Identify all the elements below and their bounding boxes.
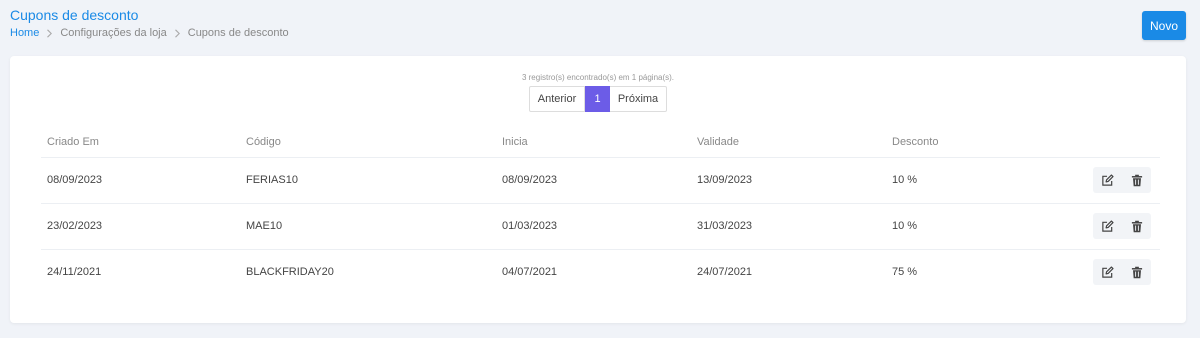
cell-start: 01/03/2023 xyxy=(496,203,691,250)
column-header-code: Código xyxy=(240,128,496,158)
cell-validity: 31/03/2023 xyxy=(691,203,886,250)
chevron-right-icon xyxy=(46,28,53,38)
column-header-created: Criado Em xyxy=(41,128,240,158)
records-count: 3 registro(s) encontrado(s) em 1 página(… xyxy=(521,73,675,82)
page-1-button[interactable]: 1 xyxy=(585,86,610,112)
cell-code: FERIAS10 xyxy=(240,157,496,204)
coupons-table: Criado Em Código Inicia Validade Descont… xyxy=(41,128,1160,295)
cell-created: 24/11/2021 xyxy=(47,266,102,279)
cell-start: 04/07/2021 xyxy=(502,266,558,279)
breadcrumb-store-settings[interactable]: Configurações da loja xyxy=(60,27,166,39)
breadcrumb: Home Configurações da loja Cupons de des… xyxy=(10,27,289,39)
cell-discount: 10 % xyxy=(886,203,1076,250)
next-page-button[interactable]: Próxima xyxy=(610,86,667,112)
row-actions xyxy=(1093,259,1151,286)
breadcrumb-home[interactable]: Home xyxy=(10,27,39,39)
trash-icon[interactable] xyxy=(1126,261,1148,283)
table-row: 23/02/2023 MAE10 01/03/2023 31/03/2023 1… xyxy=(41,203,1160,250)
cell-created: 23/02/2023 xyxy=(41,203,240,250)
page-title: Cupons de desconto xyxy=(10,7,139,23)
column-header-discount: Desconto xyxy=(886,128,1076,158)
cell-code: BLACKFRIDAY20 xyxy=(246,266,334,279)
breadcrumb-current: Cupons de desconto xyxy=(187,27,289,39)
cell-actions xyxy=(1076,203,1160,250)
table-row: 08/09/2023 FERIAS10 08/09/2023 13/09/202… xyxy=(41,157,1160,204)
column-header-actions xyxy=(1076,128,1160,158)
row-actions xyxy=(1093,167,1151,193)
cell-actions xyxy=(1076,249,1160,295)
new-coupon-button[interactable]: Novo xyxy=(1142,11,1186,40)
cell-validity: 13/09/2023 xyxy=(691,157,886,204)
column-header-validity: Validade xyxy=(691,128,886,158)
trash-icon[interactable] xyxy=(1126,169,1148,191)
cell-validity: 24/07/2021 xyxy=(697,266,753,279)
cell-created: 08/09/2023 xyxy=(41,157,240,204)
edit-icon[interactable] xyxy=(1097,215,1119,237)
cell-discount: 10 % xyxy=(886,157,1076,204)
cell-actions xyxy=(1076,157,1160,204)
edit-icon[interactable] xyxy=(1097,261,1119,283)
chevron-right-icon xyxy=(174,28,181,38)
row-actions xyxy=(1093,213,1151,239)
cell-code: MAE10 xyxy=(240,203,496,250)
cell-discount: 75 % xyxy=(892,266,918,279)
pagination: Anterior 1 Próxima xyxy=(529,86,667,112)
cell-start: 08/09/2023 xyxy=(496,157,691,204)
edit-icon[interactable] xyxy=(1097,169,1119,191)
coupons-card: 3 registro(s) encontrado(s) em 1 página(… xyxy=(10,56,1186,323)
trash-icon[interactable] xyxy=(1126,215,1148,237)
prev-page-button[interactable]: Anterior xyxy=(529,86,585,112)
table-header-row: Criado Em Código Inicia Validade Descont… xyxy=(41,128,1160,158)
table-row: 24/11/2021 BLACKFRIDAY20 04/07/2021 24/0… xyxy=(41,249,1160,295)
column-header-start: Inicia xyxy=(496,128,691,158)
